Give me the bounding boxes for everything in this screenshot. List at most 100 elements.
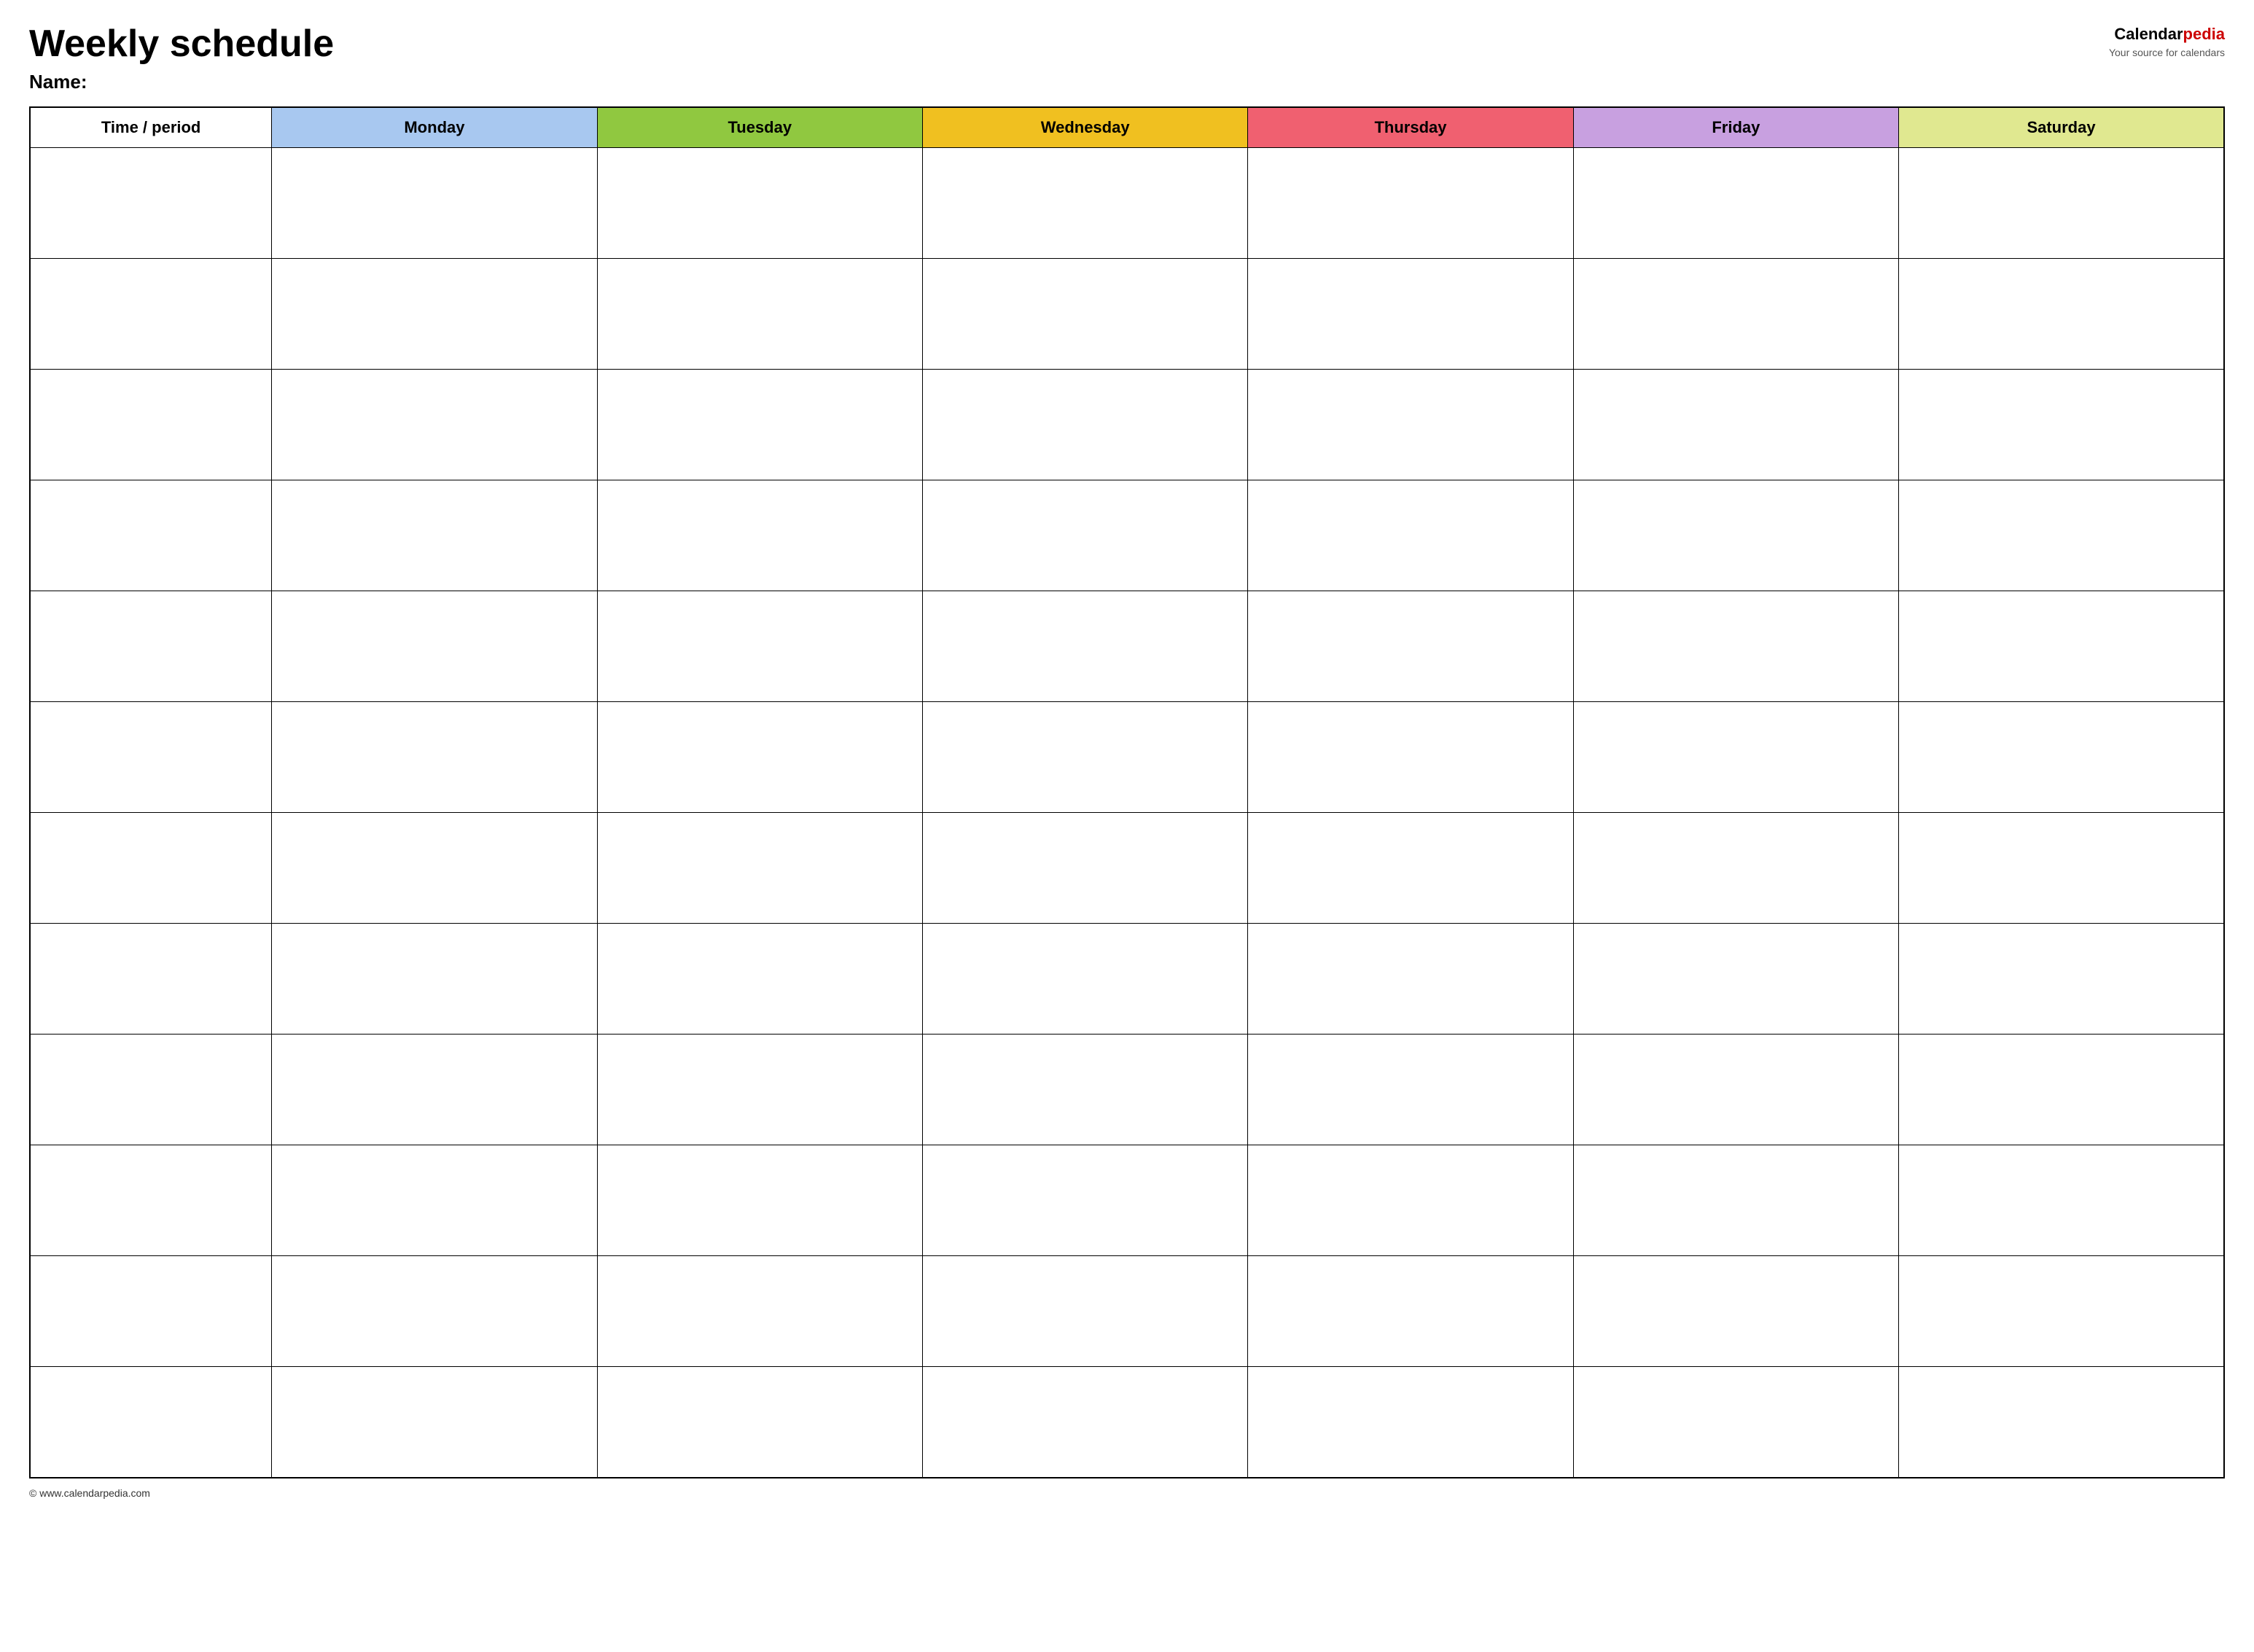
schedule-cell[interactable] (1899, 924, 2224, 1035)
schedule-cell[interactable] (1573, 813, 1898, 924)
schedule-cell[interactable] (1248, 813, 1573, 924)
schedule-cell[interactable] (1573, 259, 1898, 370)
schedule-cell[interactable] (1899, 148, 2224, 259)
schedule-cell[interactable] (597, 813, 922, 924)
table-row (30, 924, 2224, 1035)
schedule-cell[interactable] (922, 813, 1247, 924)
schedule-cell[interactable] (1899, 480, 2224, 591)
table-row (30, 702, 2224, 813)
table-row (30, 259, 2224, 370)
schedule-cell[interactable] (922, 259, 1247, 370)
schedule-cell[interactable] (1899, 813, 2224, 924)
table-row (30, 1256, 2224, 1367)
schedule-cell[interactable] (922, 1256, 1247, 1367)
schedule-cell[interactable] (597, 924, 922, 1035)
schedule-cell[interactable] (597, 1256, 922, 1367)
col-header-wednesday: Wednesday (922, 107, 1247, 148)
schedule-cell[interactable] (1899, 1145, 2224, 1256)
schedule-cell[interactable] (1899, 370, 2224, 480)
schedule-cell[interactable] (597, 370, 922, 480)
time-cell (30, 148, 272, 259)
schedule-cell[interactable] (1899, 702, 2224, 813)
schedule-cell[interactable] (1248, 702, 1573, 813)
schedule-cell[interactable] (597, 259, 922, 370)
schedule-cell[interactable] (272, 370, 597, 480)
table-row (30, 148, 2224, 259)
schedule-cell[interactable] (1573, 1256, 1898, 1367)
logo: Calendarpedia Your source for calendars (2109, 23, 2225, 60)
schedule-cell[interactable] (272, 813, 597, 924)
col-header-tuesday: Tuesday (597, 107, 922, 148)
schedule-cell[interactable] (1573, 1367, 1898, 1478)
schedule-cell[interactable] (1573, 591, 1898, 702)
schedule-cell[interactable] (1899, 591, 2224, 702)
schedule-cell[interactable] (272, 1035, 597, 1145)
schedule-cell[interactable] (1248, 924, 1573, 1035)
schedule-cell[interactable] (1248, 259, 1573, 370)
schedule-cell[interactable] (597, 1367, 922, 1478)
schedule-cell[interactable] (597, 480, 922, 591)
schedule-cell[interactable] (597, 702, 922, 813)
schedule-cell[interactable] (1248, 1367, 1573, 1478)
schedule-cell[interactable] (272, 1256, 597, 1367)
schedule-cell[interactable] (272, 259, 597, 370)
schedule-cell[interactable] (1573, 148, 1898, 259)
time-cell (30, 259, 272, 370)
time-cell (30, 924, 272, 1035)
time-cell (30, 1256, 272, 1367)
schedule-cell[interactable] (1248, 480, 1573, 591)
col-header-monday: Monday (272, 107, 597, 148)
schedule-cell[interactable] (1573, 480, 1898, 591)
schedule-cell[interactable] (1573, 702, 1898, 813)
schedule-cell[interactable] (272, 480, 597, 591)
schedule-cell[interactable] (922, 1145, 1247, 1256)
schedule-cell[interactable] (272, 1145, 597, 1256)
schedule-cell[interactable] (597, 1035, 922, 1145)
schedule-cell[interactable] (922, 702, 1247, 813)
name-label: Name: (29, 71, 2225, 93)
schedule-cell[interactable] (1573, 370, 1898, 480)
schedule-cell[interactable] (272, 924, 597, 1035)
table-row (30, 1145, 2224, 1256)
schedule-cell[interactable] (1248, 1145, 1573, 1256)
schedule-cell[interactable] (1248, 148, 1573, 259)
schedule-cell[interactable] (922, 480, 1247, 591)
schedule-cell[interactable] (1899, 1367, 2224, 1478)
time-cell (30, 591, 272, 702)
time-cell (30, 702, 272, 813)
schedule-cell[interactable] (597, 148, 922, 259)
time-cell (30, 1035, 272, 1145)
logo-subtitle: Your source for calendars (2109, 46, 2225, 61)
col-header-saturday: Saturday (1899, 107, 2224, 148)
schedule-cell[interactable] (1573, 924, 1898, 1035)
schedule-cell[interactable] (922, 924, 1247, 1035)
table-row (30, 1367, 2224, 1478)
schedule-cell[interactable] (1248, 1035, 1573, 1145)
schedule-cell[interactable] (272, 1367, 597, 1478)
schedule-cell[interactable] (597, 1145, 922, 1256)
schedule-cell[interactable] (922, 370, 1247, 480)
schedule-cell[interactable] (922, 148, 1247, 259)
footer: © www.calendarpedia.com (29, 1487, 2225, 1499)
table-row (30, 480, 2224, 591)
page-header: Weekly schedule Calendarpedia Your sourc… (29, 23, 2225, 65)
schedule-cell[interactable] (597, 591, 922, 702)
schedule-cell[interactable] (272, 591, 597, 702)
schedule-cell[interactable] (1899, 1256, 2224, 1367)
schedule-cell[interactable] (1573, 1035, 1898, 1145)
col-header-friday: Friday (1573, 107, 1898, 148)
schedule-cell[interactable] (1899, 1035, 2224, 1145)
schedule-cell[interactable] (1899, 259, 2224, 370)
schedule-cell[interactable] (922, 1367, 1247, 1478)
schedule-cell[interactable] (1248, 1256, 1573, 1367)
schedule-cell[interactable] (272, 702, 597, 813)
table-row (30, 370, 2224, 480)
schedule-cell[interactable] (1573, 1145, 1898, 1256)
time-cell (30, 1145, 272, 1256)
schedule-cell[interactable] (272, 148, 597, 259)
schedule-cell[interactable] (1248, 370, 1573, 480)
schedule-cell[interactable] (922, 591, 1247, 702)
schedule-cell[interactable] (922, 1035, 1247, 1145)
page-title: Weekly schedule (29, 23, 334, 65)
schedule-cell[interactable] (1248, 591, 1573, 702)
